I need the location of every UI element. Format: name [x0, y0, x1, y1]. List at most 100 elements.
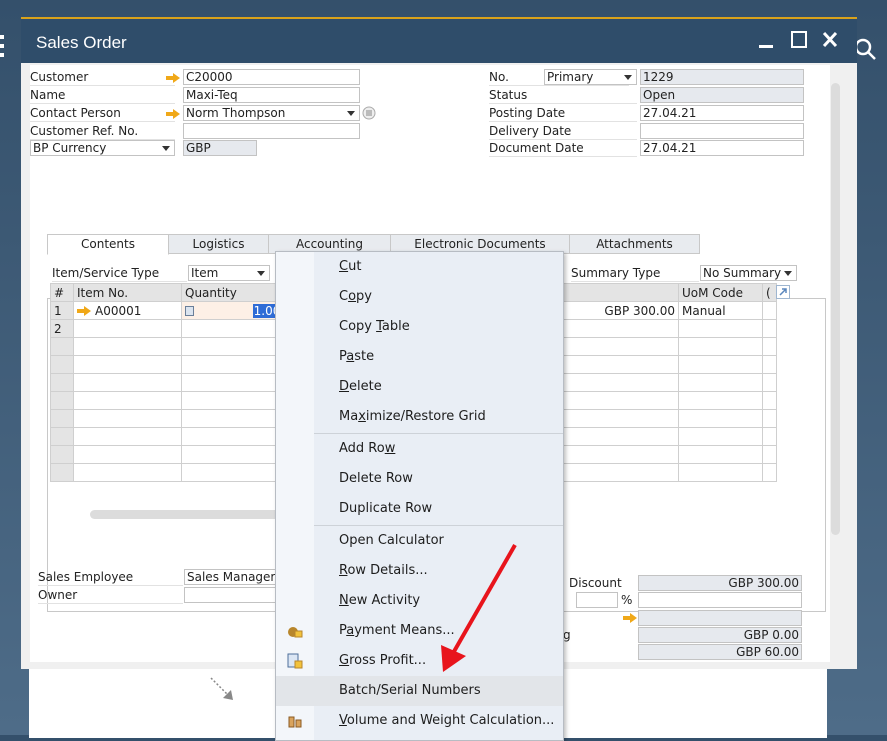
- delivery-date-field[interactable]: [640, 123, 804, 139]
- hamburger-menu-icon[interactable]: [0, 35, 6, 62]
- expand-grid-icon[interactable]: [776, 285, 790, 299]
- name-label: Name: [30, 87, 175, 104]
- document-date-field[interactable]: 27.04.21: [640, 140, 804, 156]
- summary-type-combo[interactable]: No Summary: [700, 265, 797, 281]
- chevron-down-icon[interactable]: [624, 75, 632, 80]
- customer-ref-field[interactable]: [183, 123, 360, 139]
- chevron-down-icon[interactable]: [162, 146, 170, 151]
- menu-item[interactable]: Delete Row: [276, 464, 563, 494]
- rounding-label: g: [563, 628, 571, 642]
- link-arrow-icon[interactable]: [77, 306, 91, 316]
- summary-type-value: No Summary: [703, 266, 782, 280]
- col-header-item-no[interactable]: Item No.: [73, 283, 182, 302]
- scale-icon: [288, 716, 302, 728]
- row-number: 2: [50, 319, 74, 338]
- item-service-type-combo[interactable]: Item: [188, 265, 270, 281]
- menu-item[interactable]: Add Row: [276, 434, 563, 464]
- menu-item[interactable]: Open Calculator: [276, 526, 563, 556]
- menu-item[interactable]: New Activity: [276, 586, 563, 616]
- menu-item-label: Paste: [339, 349, 375, 364]
- tab-attachments[interactable]: Attachments: [569, 234, 700, 254]
- name-field[interactable]: Maxi-Teq: [183, 87, 360, 103]
- menu-item[interactable]: Volume and Weight Calculation...: [276, 706, 563, 736]
- tab-contents[interactable]: Contents: [47, 234, 169, 255]
- menu-item[interactable]: Copy: [276, 282, 563, 312]
- series-value: Primary: [547, 70, 594, 84]
- status-label: Status: [489, 87, 637, 104]
- discount-label: Discount: [569, 576, 622, 590]
- delivery-date-label: Delivery Date: [489, 123, 637, 140]
- currency-field: GBP: [183, 140, 257, 156]
- menu-item[interactable]: Batch/Serial Numbers: [276, 676, 563, 706]
- link-arrow-icon[interactable]: [623, 613, 637, 623]
- list-options-icon[interactable]: [362, 106, 376, 120]
- item-service-type-label: Item/Service Type: [52, 265, 187, 282]
- item-no-cell[interactable]: [73, 319, 182, 338]
- uom-cell[interactable]: [678, 319, 763, 338]
- menu-item-label: Payment Means...: [339, 623, 455, 638]
- menu-item[interactable]: Delete: [276, 372, 563, 402]
- freight-field: [638, 610, 802, 626]
- posting-date-label: Posting Date: [489, 105, 637, 122]
- link-arrow-icon[interactable]: [166, 109, 180, 119]
- document-date-label: Document Date: [489, 140, 637, 157]
- link-arrow-icon[interactable]: [166, 73, 180, 83]
- chevron-down-icon[interactable]: [257, 271, 265, 276]
- customer-ref-label: Customer Ref. No.: [30, 123, 175, 140]
- menu-separator: [314, 525, 563, 526]
- chevron-down-icon[interactable]: [347, 111, 355, 116]
- menu-item-label: Delete: [339, 379, 382, 394]
- menu-item[interactable]: Paste: [276, 342, 563, 372]
- menu-item[interactable]: Cut: [276, 252, 563, 282]
- customer-field[interactable]: C20000: [183, 69, 360, 85]
- menu-item[interactable]: Payment Means...: [276, 616, 563, 646]
- menu-item[interactable]: Copy Table: [276, 312, 563, 342]
- contact-person-label: Contact Person: [30, 105, 175, 122]
- menu-item-label: New Activity: [339, 593, 421, 608]
- sales-employee-label: Sales Employee: [38, 569, 183, 586]
- status-field: Open: [640, 87, 804, 103]
- customer-label: Customer: [30, 69, 175, 86]
- menu-item-label: Delete Row: [339, 471, 413, 486]
- tab-logistics[interactable]: Logistics: [168, 234, 269, 254]
- menu-item-label: Copy Table: [339, 319, 410, 334]
- col-header-partial[interactable]: (: [762, 283, 777, 302]
- contact-person-value: Norm Thompson: [186, 106, 286, 120]
- extra-cell[interactable]: [762, 301, 777, 320]
- title-bar: Sales Order: [21, 19, 857, 63]
- series-combo[interactable]: Primary: [544, 69, 637, 85]
- bp-currency-label: BP Currency: [33, 141, 107, 155]
- summary-type-label: Summary Type: [571, 265, 699, 282]
- minimize-icon[interactable]: [755, 29, 777, 51]
- menu-item[interactable]: Row Details...: [276, 556, 563, 586]
- col-header-uom-code[interactable]: UoM Code: [678, 283, 763, 302]
- menu-item[interactable]: Gross Profit...: [276, 646, 563, 676]
- horizontal-scrollbar[interactable]: [90, 510, 290, 519]
- close-icon[interactable]: [819, 29, 841, 51]
- item-service-type-value: Item: [191, 266, 219, 280]
- discount-percent-field[interactable]: [576, 592, 618, 608]
- menu-item-label: Maximize/Restore Grid: [339, 409, 486, 424]
- col-header-num[interactable]: #: [50, 283, 74, 302]
- maximize-icon[interactable]: [788, 29, 810, 51]
- item-no-cell[interactable]: A00001: [73, 301, 182, 320]
- menu-item-label: Gross Profit...: [339, 653, 427, 668]
- contact-person-combo[interactable]: Norm Thompson: [183, 105, 360, 121]
- menu-item-label: Row Details...: [339, 563, 428, 578]
- calculator-icon[interactable]: [185, 306, 194, 316]
- menu-item-label: Volume and Weight Calculation...: [339, 713, 555, 728]
- menu-item[interactable]: Duplicate Row: [276, 494, 563, 524]
- chevron-down-icon[interactable]: [784, 271, 792, 276]
- money-bag-icon: [288, 627, 303, 638]
- uom-cell[interactable]: Manual: [678, 301, 763, 320]
- menu-item[interactable]: Maximize/Restore Grid: [276, 402, 563, 432]
- menu-item-label: Cut: [339, 259, 362, 274]
- total-before-discount-field: GBP 300.00: [638, 575, 802, 591]
- extra-cell[interactable]: [762, 319, 777, 338]
- menu-item-label: Open Calculator: [339, 533, 444, 548]
- vertical-scrollbar[interactable]: [831, 83, 840, 535]
- menu-item-label: Copy: [339, 289, 372, 304]
- posting-date-field[interactable]: 27.04.21: [640, 105, 804, 121]
- discount-value-field[interactable]: [638, 592, 802, 608]
- bp-currency-combo[interactable]: BP Currency: [30, 140, 175, 156]
